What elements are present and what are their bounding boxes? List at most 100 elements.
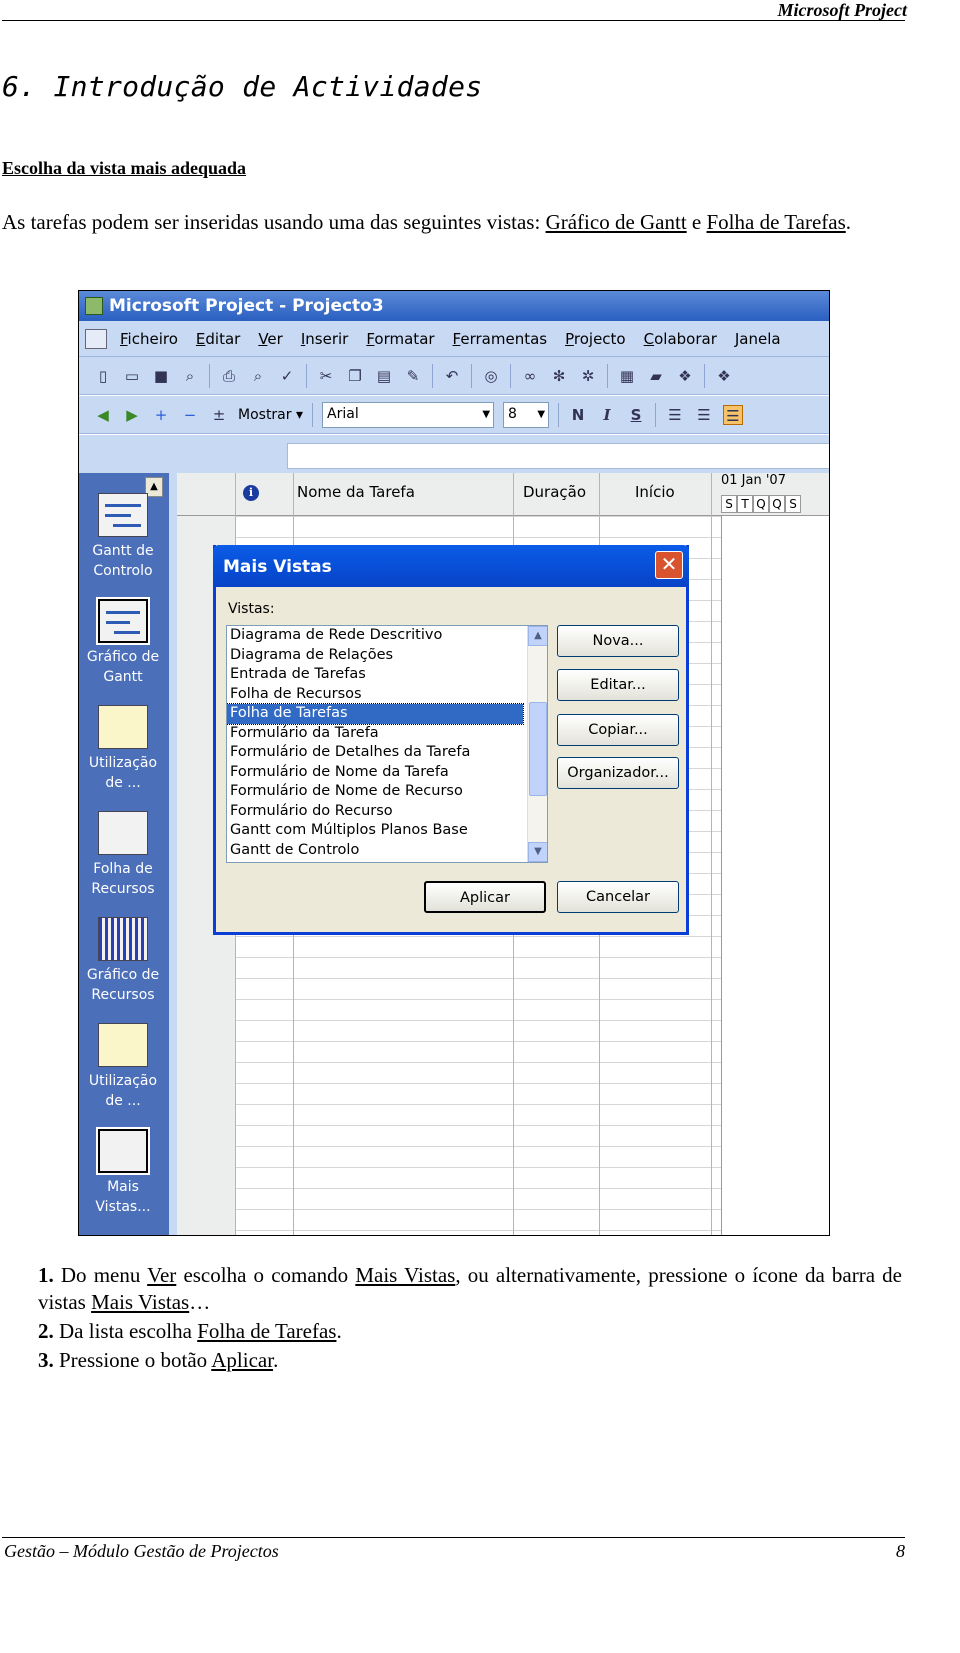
minus-icon[interactable]: −: [180, 405, 200, 425]
save-icon[interactable]: ■: [151, 366, 171, 386]
column-task-name[interactable]: Nome da Tarefa: [297, 483, 415, 501]
apply-button[interactable]: Aplicar: [424, 881, 546, 913]
list-item[interactable]: Formulário do Recurso: [227, 802, 547, 822]
edit-button[interactable]: Editar...: [557, 669, 679, 701]
step-1: 1. Do menu Ver escolha o comando Mais Vi…: [38, 1263, 902, 1314]
list-item[interactable]: Diagrama de Rede Descritivo: [227, 626, 547, 646]
menu-insert[interactable]: Inserir: [292, 330, 358, 348]
list-item[interactable]: Formulário da Tarefa: [227, 724, 547, 744]
view-more-views[interactable]: Mais Vistas...: [83, 1127, 163, 1217]
menu-tools[interactable]: Ferramentas: [444, 330, 557, 348]
organizer-button[interactable]: Organizador...: [557, 757, 679, 789]
view-resource-usage[interactable]: Utilização de ...: [83, 1023, 163, 1111]
bold-button[interactable]: N: [568, 405, 588, 425]
unlink-tasks-icon[interactable]: ✻: [549, 366, 569, 386]
format-painter-icon[interactable]: ✎: [403, 366, 423, 386]
dialog-title: Mais Vistas: [223, 557, 332, 577]
list-item[interactable]: Entrada de Tarefas: [227, 665, 547, 685]
show-subtasks-icon[interactable]: ±: [209, 405, 229, 425]
view-label: Utilização: [88, 755, 158, 771]
view-label: Recursos: [91, 881, 155, 897]
column-start[interactable]: Início: [635, 483, 675, 501]
list-item[interactable]: Folha de Recursos: [227, 685, 547, 705]
print-icon[interactable]: ⎙: [219, 366, 239, 386]
arrow-right-icon[interactable]: ▶: [122, 405, 142, 425]
hyperlink-icon[interactable]: ◎: [481, 366, 501, 386]
view-label: Recursos: [91, 987, 155, 1003]
resource-usage-icon: [98, 1023, 148, 1067]
new-icon[interactable]: ▯: [93, 366, 113, 386]
copy-icon[interactable]: ❐: [345, 366, 365, 386]
document-menu-icon[interactable]: [85, 328, 107, 349]
view-label: Vistas...: [95, 1199, 151, 1215]
task-notes-icon[interactable]: ▰: [646, 366, 666, 386]
scroll-up-icon[interactable]: ▲: [528, 626, 547, 646]
spelling-icon[interactable]: ✓: [277, 366, 297, 386]
open-icon[interactable]: ▭: [122, 366, 142, 386]
paste-icon[interactable]: ▤: [374, 366, 394, 386]
view-resource-graph[interactable]: Gráfico de Recursos: [83, 917, 163, 1005]
instructions: 1. Do menu Ver escolha o comando Mais Vi…: [38, 1262, 902, 1376]
menu-format[interactable]: Formatar: [357, 330, 443, 348]
task-information-icon[interactable]: ▦: [617, 366, 637, 386]
page-number: 8: [896, 1541, 905, 1561]
align-left-icon[interactable]: ☰: [665, 405, 685, 425]
menu-view[interactable]: Ver: [249, 330, 292, 348]
font-name-select[interactable]: Arial ▼: [322, 401, 495, 428]
app-title: Microsoft Project - Projecto3: [109, 296, 384, 316]
view-resource-sheet[interactable]: Folha de Recursos: [83, 811, 163, 899]
entry-field[interactable]: [287, 443, 829, 469]
list-item[interactable]: Formulário de Detalhes da Tarefa: [227, 743, 547, 763]
view-gantt-chart[interactable]: Gráfico de Gantt: [83, 597, 163, 687]
menu-project[interactable]: Projecto: [556, 330, 635, 348]
publish-icon[interactable]: ❖: [714, 366, 734, 386]
list-item[interactable]: Diagrama de Relações: [227, 646, 547, 666]
view-label: de ...: [105, 1093, 141, 1109]
menu-window[interactable]: Janela: [726, 330, 790, 348]
cancel-button[interactable]: Cancelar: [557, 881, 679, 913]
scroll-thumb[interactable]: [529, 702, 547, 796]
copy-button[interactable]: Copiar...: [557, 714, 679, 746]
task-usage-icon: [98, 705, 148, 749]
gantt-area[interactable]: [721, 516, 829, 1235]
close-icon[interactable]: ✕: [655, 551, 683, 579]
link-tasks-icon[interactable]: ∞: [520, 366, 540, 386]
menu-file[interactable]: Ficheiro: [111, 330, 187, 348]
font-size-select[interactable]: 8 ▼: [503, 401, 550, 428]
scroll-down-icon[interactable]: ▼: [528, 842, 547, 862]
list-item[interactable]: Formulário de Nome de Recurso: [227, 782, 547, 802]
align-center-icon[interactable]: ☰: [694, 405, 714, 425]
timescale-day: T: [737, 495, 753, 513]
align-right-icon[interactable]: ☰: [723, 404, 744, 425]
list-item-selected[interactable]: Folha de Tarefas: [227, 703, 524, 725]
menu-edit[interactable]: Editar: [187, 330, 249, 348]
column-duration[interactable]: Duração: [523, 483, 586, 501]
undo-icon[interactable]: ↶: [442, 366, 462, 386]
list-scrollbar[interactable]: ▲ ▼: [527, 626, 547, 862]
view-tracking-gantt[interactable]: Gantt de Controlo: [83, 493, 163, 581]
italic-button[interactable]: I: [597, 405, 617, 425]
search-icon[interactable]: ⌕: [180, 366, 200, 386]
split-task-icon[interactable]: ✲: [578, 366, 598, 386]
cut-icon[interactable]: ✂: [316, 366, 336, 386]
section-title: 6. Introdução de Actividades: [2, 70, 483, 103]
footer: Gestão – Módulo Gestão de Projectos 8: [4, 1541, 905, 1562]
view-task-usage[interactable]: Utilização de ...: [83, 705, 163, 793]
view-label: Gráfico de: [86, 967, 160, 983]
menu-collaborate[interactable]: Colaborar: [635, 330, 726, 348]
views-label: Vistas:: [228, 601, 275, 617]
app-title-bar: Microsoft Project - Projecto3: [79, 291, 829, 321]
arrow-left-icon[interactable]: ◀: [93, 405, 113, 425]
list-item[interactable]: Gantt de Controlo: [227, 841, 547, 861]
print-preview-icon[interactable]: ⌕: [248, 366, 268, 386]
plus-icon[interactable]: +: [151, 405, 171, 425]
assign-resources-icon[interactable]: ❖: [675, 366, 695, 386]
step-3: 3. Pressione o botão Aplicar.: [38, 1348, 279, 1372]
views-list[interactable]: Diagrama de Rede Descritivo Diagrama de …: [226, 625, 548, 863]
list-item[interactable]: Gantt com Múltiplos Planos Base: [227, 821, 547, 841]
new-button[interactable]: Nova...: [557, 625, 679, 657]
underline-button[interactable]: S: [626, 405, 646, 425]
show-button[interactable]: Mostrar ▾: [238, 407, 303, 423]
step-2: 2. Da lista escolha Folha de Tarefas.: [38, 1319, 342, 1343]
list-item[interactable]: Formulário de Nome da Tarefa: [227, 763, 547, 783]
